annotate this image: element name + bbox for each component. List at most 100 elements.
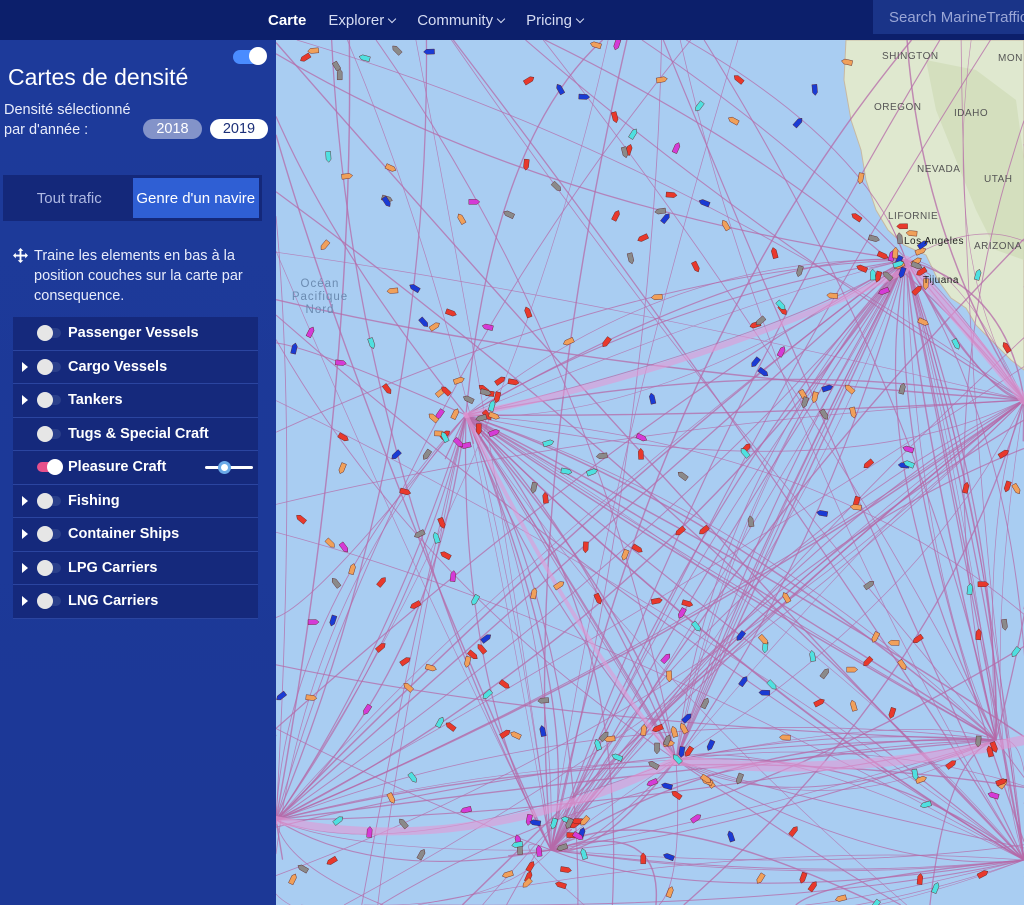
- vessel-marker[interactable]: [771, 247, 779, 260]
- vessel-marker[interactable]: [655, 76, 668, 84]
- vessel-marker[interactable]: [1001, 618, 1008, 631]
- vessel-marker[interactable]: [887, 639, 900, 646]
- layer-toggle[interactable]: [37, 459, 63, 476]
- layer-lng-carriers[interactable]: LNG Carriers: [13, 585, 258, 619]
- layer-passenger-vessels[interactable]: Passenger Vessels: [13, 317, 258, 351]
- vessel-marker[interactable]: [299, 52, 312, 63]
- vessel-marker[interactable]: [819, 667, 831, 680]
- vessel-marker[interactable]: [480, 633, 493, 644]
- vessel-marker[interactable]: [290, 342, 298, 355]
- vessel-marker[interactable]: [892, 246, 899, 259]
- vessel-marker[interactable]: [560, 866, 572, 873]
- layer-cargo-vessels[interactable]: Cargo Vessels: [13, 350, 258, 384]
- layer-toggle[interactable]: [37, 593, 61, 610]
- vessel-marker[interactable]: [826, 292, 839, 299]
- vessel-marker[interactable]: [398, 817, 409, 830]
- layer-lpg-carriers[interactable]: LPG Carriers: [13, 551, 258, 585]
- vessel-marker[interactable]: [381, 383, 393, 395]
- layer-toggle[interactable]: [37, 325, 61, 342]
- vessel-marker[interactable]: [348, 563, 357, 576]
- vessel-marker[interactable]: [367, 337, 376, 349]
- vessel-marker[interactable]: [428, 321, 441, 332]
- vessel-marker[interactable]: [637, 233, 649, 243]
- vessel-marker[interactable]: [650, 597, 663, 605]
- vessel-marker[interactable]: [444, 308, 457, 317]
- vessel-marker[interactable]: [661, 782, 673, 791]
- map-canvas[interactable]: [276, 40, 1024, 905]
- vessel-marker[interactable]: [850, 699, 858, 712]
- layer-toggle[interactable]: [37, 492, 61, 509]
- vessel-marker[interactable]: [325, 151, 332, 163]
- vessel-marker[interactable]: [792, 117, 804, 129]
- layer-toggle[interactable]: [37, 425, 61, 442]
- layer-pleasure-craft[interactable]: Pleasure Craft: [13, 451, 258, 485]
- layer-container-ships[interactable]: Container Ships: [13, 518, 258, 552]
- vessel-marker[interactable]: [305, 326, 315, 339]
- vessel-marker[interactable]: [509, 730, 522, 740]
- vessel-marker[interactable]: [582, 541, 589, 554]
- vessel-marker[interactable]: [481, 323, 494, 331]
- expand-arrow-icon[interactable]: [22, 596, 28, 607]
- vessel-marker[interactable]: [796, 265, 804, 277]
- expand-arrow-icon[interactable]: [22, 562, 28, 573]
- vessel-marker[interactable]: [358, 54, 371, 62]
- vessel-marker[interactable]: [334, 359, 347, 366]
- nav-pricing[interactable]: Pricing: [526, 12, 585, 29]
- vessel-marker[interactable]: [776, 345, 786, 358]
- vessel-marker[interactable]: [580, 848, 588, 860]
- vessel-marker[interactable]: [276, 690, 288, 702]
- tab-vessel-type[interactable]: Genre d'un navire: [132, 178, 259, 218]
- layer-tankers[interactable]: Tankers: [13, 384, 258, 418]
- vessel-marker[interactable]: [635, 432, 648, 442]
- vessel-marker[interactable]: [330, 577, 342, 589]
- vessel-marker[interactable]: [332, 815, 345, 826]
- vessel-marker[interactable]: [418, 316, 429, 329]
- expand-arrow-icon[interactable]: [22, 529, 28, 540]
- vessel-marker[interactable]: [660, 212, 671, 225]
- expand-arrow-icon[interactable]: [22, 495, 28, 506]
- density-map[interactable]: Océan Pacifique Nord SHINGTON MON OREGON…: [276, 40, 1024, 905]
- vessel-marker[interactable]: [976, 869, 989, 879]
- vessel-marker[interactable]: [651, 293, 663, 301]
- vessel-marker[interactable]: [987, 791, 1000, 800]
- nav-community[interactable]: Community: [417, 12, 506, 29]
- vessel-marker[interactable]: [660, 652, 672, 665]
- vessel-marker[interactable]: [326, 855, 338, 866]
- layer-toggle[interactable]: [37, 526, 61, 543]
- vessel-marker[interactable]: [631, 543, 644, 554]
- vessel-marker[interactable]: [391, 44, 403, 56]
- expand-arrow-icon[interactable]: [22, 395, 28, 406]
- vessel-marker[interactable]: [297, 863, 309, 874]
- vessel-marker[interactable]: [555, 881, 567, 890]
- vessel-marker[interactable]: [846, 666, 859, 673]
- vessel-marker[interactable]: [640, 852, 646, 864]
- vessel-marker[interactable]: [677, 470, 689, 482]
- vessel-marker[interactable]: [649, 392, 657, 405]
- vessel-marker[interactable]: [758, 689, 771, 696]
- density-toggle[interactable]: [233, 47, 267, 65]
- vessel-marker[interactable]: [522, 75, 535, 86]
- vessel-marker[interactable]: [501, 870, 514, 879]
- expand-arrow-icon[interactable]: [22, 361, 28, 372]
- vessel-marker[interactable]: [850, 504, 862, 511]
- vessel-marker[interactable]: [671, 142, 681, 154]
- vessel-marker[interactable]: [542, 439, 555, 448]
- vessel-marker[interactable]: [1003, 480, 1012, 493]
- vessel-marker[interactable]: [888, 707, 897, 719]
- vessel-marker[interactable]: [727, 830, 736, 843]
- vessel-marker[interactable]: [390, 449, 402, 461]
- vessel-marker[interactable]: [916, 873, 924, 885]
- vessel-marker[interactable]: [867, 234, 880, 243]
- vessel-marker[interactable]: [663, 852, 675, 862]
- vessel-marker[interactable]: [665, 191, 678, 198]
- vessel-marker[interactable]: [690, 813, 702, 824]
- vessel-marker[interactable]: [870, 268, 876, 281]
- vessel-marker[interactable]: [613, 40, 622, 51]
- vessel-marker[interactable]: [338, 462, 347, 475]
- vessel-marker[interactable]: [376, 576, 387, 588]
- vessel-marker[interactable]: [407, 771, 419, 784]
- year-2019-button[interactable]: 2019: [210, 119, 268, 139]
- vessel-marker[interactable]: [362, 703, 373, 716]
- layer-fishing[interactable]: Fishing: [13, 484, 258, 518]
- vessel-marker[interactable]: [757, 366, 770, 378]
